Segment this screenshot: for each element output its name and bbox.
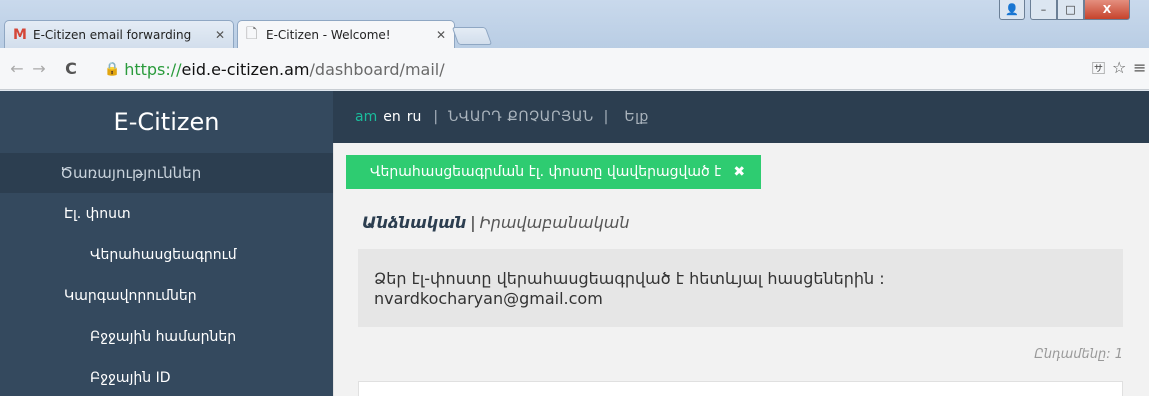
tab-individual[interactable]: Անձնական	[362, 213, 466, 232]
new-tab-button[interactable]	[451, 27, 493, 45]
forward-arrow-icon[interactable]: →	[28, 59, 50, 78]
logout-link[interactable]: Ելք	[624, 109, 648, 125]
page-icon: 🗋	[246, 25, 258, 42]
url-path: /dashboard/mail/	[309, 59, 445, 79]
maximize-button[interactable]: □	[1057, 0, 1084, 20]
total-count: Ընդամենը: 1	[1034, 347, 1123, 362]
tab-email-forwarding[interactable]: M E-Citizen email forwarding ✕	[4, 20, 234, 48]
tab-legal-entity[interactable]: Իրավաբանական	[480, 213, 630, 232]
minimize-button[interactable]: –	[1030, 0, 1057, 20]
sidebar-item-settings[interactable]: Կարգավորումներ	[0, 275, 333, 316]
gmail-icon: M	[13, 26, 27, 43]
sidebar-item-email[interactable]: Էլ. փոստ	[0, 193, 333, 234]
sidebar-item-mobile-numbers[interactable]: Բջջային համարներ	[0, 316, 333, 357]
tab-separator: |	[470, 213, 476, 232]
success-alert: Վերահասցեագրման էլ. փոստը վավերացված է ✖	[346, 155, 762, 189]
user-profile-icon[interactable]: 👤	[999, 0, 1025, 20]
sidebar-item-forwarding[interactable]: Վերահասցեագրում	[0, 234, 333, 275]
close-icon[interactable]: ✖	[733, 164, 745, 180]
close-tab-icon[interactable]: ✕	[215, 28, 225, 42]
tab-title: E-Citizen - Welcome!	[266, 27, 391, 42]
user-name-link[interactable]: ՆՎԱՐԴ ՔՈՉԱՐՅԱՆ	[448, 109, 594, 125]
alert-message: Վերահասցեագրման էլ. փոստը վավերացված է	[370, 164, 722, 180]
account-type-tabs: Անձնական | Իրավաբանական	[362, 213, 629, 232]
tab-title: E-Citizen email forwarding	[33, 27, 192, 42]
bookmark-star-icon[interactable]: ☆	[1112, 58, 1126, 77]
forwarding-email: nvardkocharyan@gmail.com	[374, 289, 603, 308]
reload-icon[interactable]: C	[60, 59, 82, 78]
forwarding-list-card	[358, 381, 1123, 396]
url-host: eid.e-citizen.am	[181, 59, 310, 79]
url-scheme: https://	[124, 59, 182, 79]
top-navbar: am en ru | ՆՎԱՐԴ ՔՈՉԱՐՅԱՆ | Ելք	[333, 91, 1149, 143]
language-ru[interactable]: ru	[407, 109, 422, 125]
tab-welcome[interactable]: 🗋 E-Citizen - Welcome! ✕	[237, 20, 455, 48]
sidebar-section-services[interactable]: Ծառայություններ	[0, 153, 333, 193]
lock-icon: 🔒	[104, 61, 121, 77]
language-am[interactable]: am	[355, 109, 377, 125]
nav-divider: |	[603, 109, 609, 125]
back-arrow-icon[interactable]: ←	[6, 59, 28, 78]
close-window-button[interactable]: X	[1084, 0, 1130, 20]
language-en[interactable]: en	[383, 109, 401, 125]
notice-text: Ձեր էլ-փոստը վերահասցեագրված է հետևյալ հ…	[374, 269, 885, 288]
browser-titlebar: M E-Citizen email forwarding ✕ 🗋 E-Citiz…	[0, 0, 1149, 48]
close-tab-icon[interactable]: ✕	[436, 28, 446, 42]
translate-icon[interactable]: 🈂	[1092, 58, 1105, 77]
main-content: Վերահասցեագրման էլ. փոստը վավերացված է ✖…	[333, 143, 1149, 396]
menu-icon[interactable]: ≡	[1133, 58, 1146, 77]
sidebar: E-Citizen Ծառայություններ Էլ. փոստ Վերահ…	[0, 91, 333, 396]
forwarding-notice: Ձեր էլ-փոստը վերահասցեագրված է հետևյալ հ…	[358, 249, 1123, 327]
nav-divider: |	[433, 109, 439, 125]
sidebar-item-mobile-id[interactable]: Բջջային ID	[0, 357, 333, 396]
browser-toolbar: ← → C 🔒 https:// eid.e-citizen.am /dashb…	[0, 48, 1149, 90]
brand-logo[interactable]: E-Citizen	[0, 91, 333, 153]
address-bar[interactable]: 🔒 https:// eid.e-citizen.am /dashboard/m…	[104, 56, 1109, 82]
